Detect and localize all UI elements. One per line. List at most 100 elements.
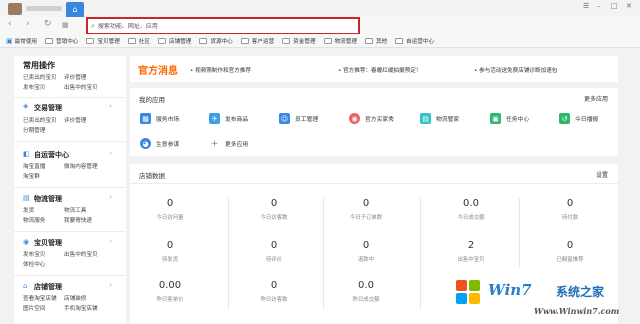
folder-icon (282, 37, 291, 44)
bookmark-folder[interactable]: 社区 (127, 37, 150, 45)
sidebar-link[interactable]: 已卖出的宝贝 (23, 116, 57, 124)
sidebar-link[interactable]: 图片空间 (23, 304, 45, 312)
task-icon: ▣ (490, 113, 501, 124)
bookmark-folder[interactable]: 营销中心 (45, 37, 78, 45)
app-more[interactable]: + 更多应用 (209, 138, 248, 149)
bookmark-frequent[interactable]: ▣ 最常使用 (6, 37, 37, 45)
metric-yesterday-sales[interactable]: 0.0 昨日成交额 (326, 280, 406, 303)
home-tab[interactable]: ⌂ (66, 2, 84, 17)
metric-today-views[interactable]: 0 今日访问量 (130, 198, 210, 221)
metric-today-visitors[interactable]: 0 今日访客数 (234, 198, 314, 221)
my-apps-title: 我的应用 (139, 96, 165, 104)
store-icon: ⌂ (23, 282, 28, 290)
metric-today-suborders[interactable]: 0 今日子订单数 (326, 198, 406, 221)
settings-link[interactable]: 设置 (596, 170, 608, 179)
sidebar-link[interactable]: 店铺装修 (64, 294, 86, 302)
sidebar-link[interactable]: 出售中的宝贝 (64, 250, 98, 258)
metric-today-sales[interactable]: 0.0 今日成交额 (431, 198, 511, 221)
metric-items-on-sale[interactable]: 2 出售中宝贝 (431, 240, 511, 263)
sidebar-group-transactions: ◈ 交易管理 › 已卖出的宝贝 评价管理 分期管理 (14, 98, 126, 142)
buyer-show-icon: ◉ (349, 113, 360, 124)
metric-pending-shipment[interactable]: 0 待发货 (130, 240, 210, 263)
bookmark-folder[interactable]: 自运营中心 (395, 37, 434, 45)
news-item[interactable]: • 视频照制作和官方推荐 (190, 66, 251, 74)
chevron-right-icon[interactable]: › (109, 102, 112, 110)
sidebar: 常用操作 已卖出的宝贝 评价管理 发布宝贝 出售中的宝贝 ◈ 交易管理 › 已卖… (14, 56, 126, 324)
folder-icon (323, 37, 332, 44)
sidebar-group-title[interactable]: 店铺管理 (34, 282, 62, 292)
sidebar-link[interactable]: 发布宝贝 (23, 83, 45, 91)
sidebar-link[interactable]: 手机淘宝店铺 (64, 304, 98, 312)
sidebar-link[interactable]: 物流工具 (64, 206, 86, 214)
sidebar-group-title[interactable]: 物流管理 (34, 194, 62, 204)
bookmark-star-icon: ▣ (6, 36, 13, 45)
account-name (26, 6, 62, 11)
sidebar-link[interactable]: 淘宝直播 (23, 162, 45, 170)
sidebar-group-title[interactable]: 交易管理 (34, 103, 62, 113)
close-icon[interactable]: ✕ (626, 2, 632, 10)
app-business-advisor[interactable]: ◕ 生意参谋 (140, 138, 179, 149)
sidebar-link[interactable]: 我要寄快递 (64, 216, 92, 224)
maximize-icon[interactable]: □ (611, 2, 618, 10)
sidebar-link[interactable]: 发货 (23, 206, 34, 214)
metric-window-recommend[interactable]: 0 已橱窗推荐 (530, 240, 610, 263)
metric-yesterday-avg-order[interactable]: 0.00 昨日客单价 (130, 280, 210, 303)
chevron-right-icon[interactable]: › (109, 149, 112, 157)
column-divider (228, 198, 229, 310)
metric-refunding[interactable]: 0 退款中 (326, 240, 406, 263)
search-input[interactable] (97, 22, 338, 30)
bookmark-folder[interactable]: 其他 (364, 37, 387, 45)
bookmark-folder[interactable]: 宝贝管理 (86, 37, 120, 45)
more-apps-link[interactable]: 更多应用 (584, 94, 608, 103)
sidebar-link[interactable]: 物流服务 (23, 216, 45, 224)
sidebar-link[interactable]: 微淘内容管理 (64, 162, 98, 170)
bookmark-folder[interactable]: 物流管理 (323, 37, 357, 45)
user-avatar[interactable] (8, 3, 22, 15)
news-item[interactable]: • 参与活动送免费店铺诊断加速包 (474, 66, 557, 74)
forward-button[interactable]: › (26, 19, 30, 29)
menu-icon[interactable]: ☰ (583, 2, 589, 10)
bookmark-folder[interactable]: 资金管理 (282, 37, 316, 45)
folder-icon (127, 37, 136, 44)
metric-pending-review[interactable]: 0 待评价 (234, 240, 314, 263)
bookmark-folder[interactable]: 客户运营 (240, 37, 274, 45)
sidebar-link[interactable]: 淘宝群 (23, 172, 40, 180)
bookmark-folder[interactable]: 货源中心 (199, 37, 233, 45)
column-divider (420, 198, 421, 310)
app-task-center[interactable]: ▣ 任务中心 (490, 113, 529, 124)
app-daily-broadcast[interactable]: ↺ 今日播报 (559, 113, 598, 124)
my-apps-panel: 我的应用 更多应用 ▦ 服务市场 ✈ 发布商品 ☺ 员工管理 ◉ 官方买家秀 ▤… (130, 88, 618, 156)
back-button[interactable]: ‹ (8, 19, 12, 29)
news-item[interactable]: • 官方推荐：春暖红缓拍摄预定！ (338, 66, 421, 74)
minimize-icon[interactable]: – (597, 2, 601, 10)
column-divider (519, 198, 520, 268)
sidebar-link[interactable]: 评价管理 (64, 73, 86, 81)
chevron-right-icon[interactable]: › (109, 237, 112, 245)
folder-icon (45, 37, 54, 44)
app-service-market[interactable]: ▦ 服务市场 (140, 113, 179, 124)
bookmark-folder[interactable]: 店铺管理 (158, 37, 191, 45)
refresh-button[interactable]: ↻ (44, 19, 52, 29)
sidebar-link[interactable]: 分期管理 (23, 126, 45, 134)
app-logistics-butler[interactable]: ▤ 物流管家 (420, 113, 459, 124)
sidebar-link[interactable]: 查看淘宝店铺 (23, 294, 57, 302)
sidebar-link[interactable]: 出售中的宝贝 (64, 83, 98, 91)
sidebar-group-title: 常用操作 (23, 61, 55, 70)
sidebar-group-title[interactable]: 自运营中心 (34, 150, 69, 160)
app-publish-product[interactable]: ✈ 发布商品 (209, 113, 248, 124)
app-buyer-show[interactable]: ◉ 官方买家秀 (349, 113, 394, 124)
metric-yesterday-visitors[interactable]: 0 昨日访客数 (234, 280, 314, 303)
sidebar-link[interactable]: 体检中心 (23, 260, 45, 268)
chevron-right-icon[interactable]: › (109, 281, 112, 289)
apps-grid-button[interactable]: ▦ (62, 21, 69, 29)
sidebar-link[interactable]: 已卖出的宝贝 (23, 73, 57, 81)
sidebar-link[interactable]: 评价管理 (64, 116, 86, 124)
search-bar[interactable]: ⌕ (86, 17, 360, 35)
watermark-brand: Win7 (488, 281, 532, 299)
sidebar-group-title[interactable]: 宝贝管理 (34, 238, 62, 248)
metric-pending-payment[interactable]: 0 待付款 (530, 198, 610, 221)
app-staff-management[interactable]: ☺ 员工管理 (279, 113, 318, 124)
sidebar-link[interactable]: 发布宝贝 (23, 250, 45, 258)
watermark-cn: 系统之家 (556, 285, 605, 299)
chevron-right-icon[interactable]: › (109, 193, 112, 201)
